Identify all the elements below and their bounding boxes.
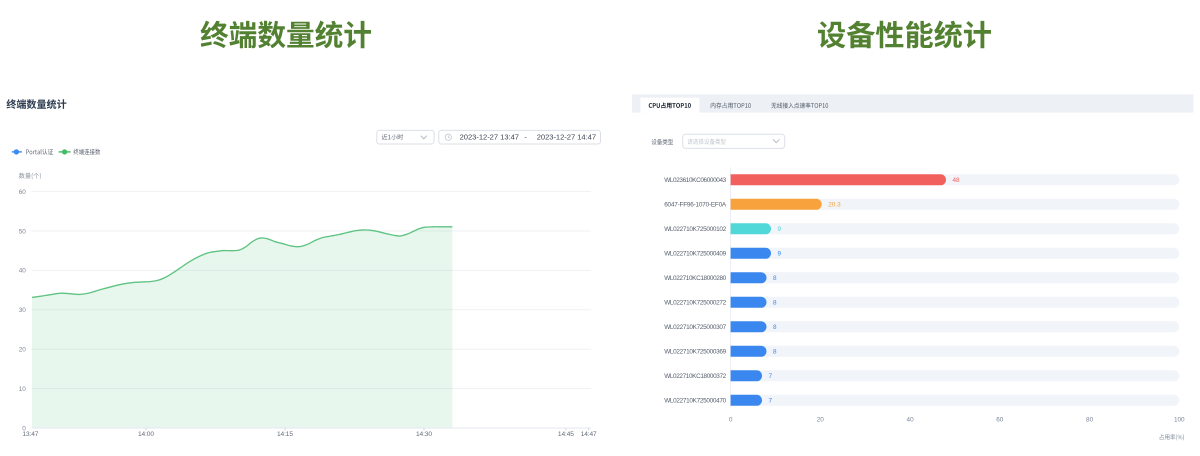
svg-text:9: 9 (778, 226, 782, 233)
svg-text:14:30: 14:30 (416, 431, 432, 438)
svg-text:8: 8 (773, 300, 777, 307)
svg-text:0: 0 (729, 416, 733, 423)
svg-text:7: 7 (769, 398, 773, 405)
svg-text:100: 100 (1174, 416, 1185, 423)
svg-text:2023-12-27 13:47: 2023-12-27 13:47 (460, 133, 519, 142)
svg-text:7: 7 (769, 373, 773, 380)
svg-text:30: 30 (19, 307, 27, 314)
svg-text:WL022710K725000369: WL022710K725000369 (664, 349, 726, 356)
svg-text:48: 48 (953, 177, 961, 184)
svg-text:40: 40 (19, 268, 27, 275)
svg-text:9: 9 (778, 251, 782, 258)
svg-text:WL022710K725000272: WL022710K725000272 (664, 300, 726, 307)
svg-text:20.3: 20.3 (828, 202, 841, 209)
svg-text:WL022710KC18000280: WL022710KC18000280 (664, 275, 726, 282)
svg-text:14:15: 14:15 (277, 431, 293, 438)
svg-text:20: 20 (19, 347, 27, 354)
svg-text:WL022710K725000470: WL022710K725000470 (664, 398, 726, 405)
svg-text:WL023610KC06000043: WL023610KC06000043 (664, 177, 726, 184)
svg-text:60: 60 (996, 416, 1004, 423)
svg-text:WL022710K725000307: WL022710K725000307 (664, 324, 726, 331)
svg-text:6047-FF96-1070-EF0A: 6047-FF96-1070-EF0A (664, 202, 727, 209)
svg-text:WL022710K725000102: WL022710K725000102 (664, 226, 726, 233)
svg-text:13:47: 13:47 (22, 431, 38, 438)
svg-text:8: 8 (773, 324, 777, 331)
svg-text:14:45: 14:45 (558, 431, 574, 438)
svg-text:80: 80 (1086, 416, 1094, 423)
svg-text:WL022710KC18000372: WL022710KC18000372 (664, 373, 726, 380)
svg-text:14:00: 14:00 (138, 431, 154, 438)
svg-text:8: 8 (773, 275, 777, 282)
svg-text:10: 10 (19, 386, 27, 393)
svg-text:8: 8 (773, 349, 777, 356)
svg-text:2023-12-27 14:47: 2023-12-27 14:47 (537, 133, 596, 142)
svg-text:50: 50 (19, 228, 27, 235)
svg-text:40: 40 (907, 416, 915, 423)
svg-text:14:47: 14:47 (581, 431, 597, 438)
svg-text:WL022710K725000409: WL022710K725000409 (664, 251, 726, 258)
svg-text:20: 20 (817, 416, 825, 423)
svg-text:60: 60 (19, 189, 27, 196)
